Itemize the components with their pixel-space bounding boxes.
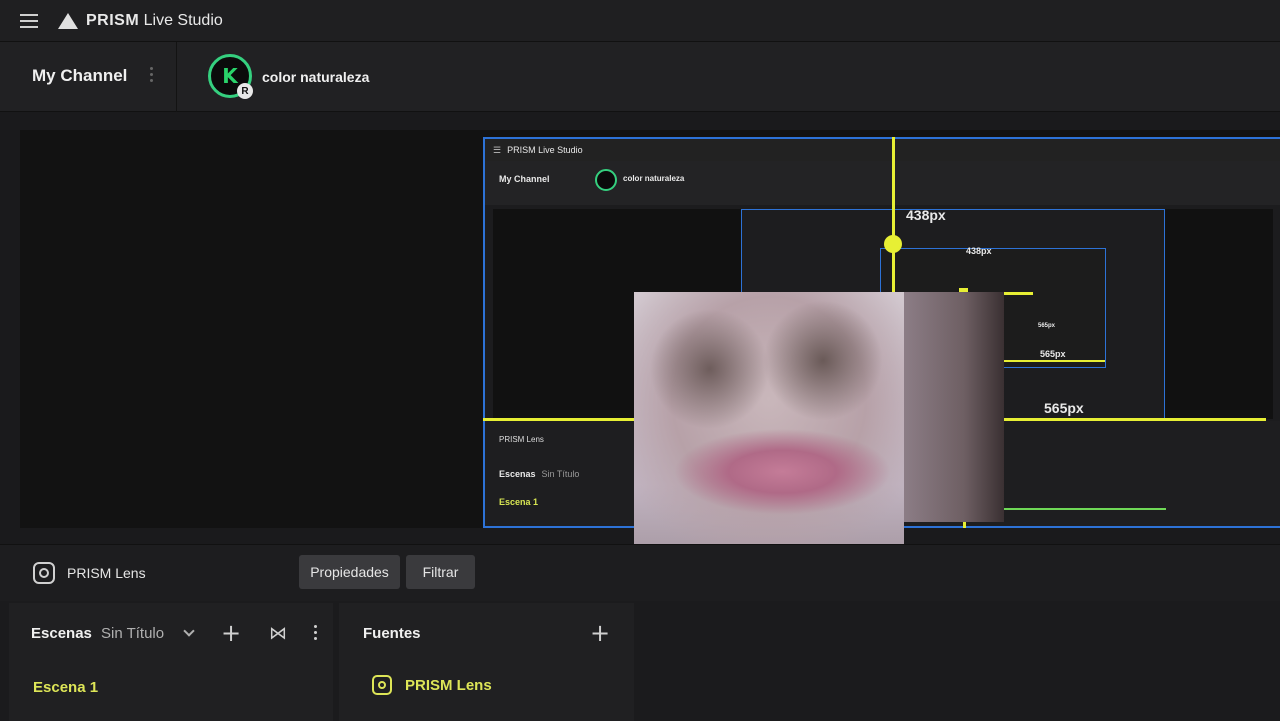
lens-label: PRISM Lens [67, 565, 146, 581]
nested-scene-1: Escena 1 [499, 497, 539, 507]
transition-icon[interactable]: ⋈ [269, 623, 287, 644]
lens-toolbar: PRISM Lens Propiedades Filtrar [0, 545, 1280, 601]
nested-channel-title: My Channel [499, 174, 550, 184]
channel-avatar[interactable]: K R [208, 54, 253, 99]
channel-name[interactable]: color naturaleza [262, 69, 369, 85]
scenes-kebab-icon[interactable] [314, 625, 317, 640]
dimension-label-width: 565px [1044, 400, 1084, 416]
dimension-label-height-small: 438px [966, 246, 992, 256]
nested-channel-name: color naturaleza [623, 174, 685, 183]
properties-button[interactable]: Propiedades [299, 555, 400, 589]
scene-collection-select[interactable]: Sin Título [101, 625, 164, 642]
sources-title: Fuentes [363, 625, 421, 642]
guide-line-vertical[interactable] [892, 137, 895, 297]
app-name-rest: Live Studio [139, 11, 223, 29]
nested-avatar [595, 169, 617, 191]
nested-title-bar: ☰ PRISM Live Studio [485, 139, 1280, 161]
my-channel-title: My Channel [32, 66, 128, 85]
kebab-icon[interactable] [150, 67, 153, 82]
chevron-down-icon[interactable] [183, 625, 195, 637]
app-name-bold: PRISM [86, 11, 140, 29]
rotate-handle[interactable] [884, 235, 902, 253]
lens-icon [372, 675, 392, 695]
avatar-badge: R [237, 83, 253, 99]
bottom-dock: PRISM Lens Propiedades Filtrar Escenas S… [0, 544, 1280, 721]
guide-line-horizontal-3 [997, 360, 1105, 362]
dimension-label-width-small: 565px [1040, 349, 1066, 359]
lens-icon [33, 562, 55, 584]
sources-panel: Fuentes + PRISM Lens [339, 603, 634, 721]
filter-button[interactable]: Filtrar [406, 555, 475, 589]
divider [176, 42, 177, 112]
nested-lens-label: PRISM Lens [499, 435, 544, 444]
scenes-title: Escenas [31, 625, 92, 642]
add-source-plus-icon[interactable]: + [590, 621, 610, 645]
title-bar: PRISM Live Studio [0, 0, 1280, 42]
source-item[interactable]: PRISM Lens [405, 677, 492, 694]
nested-app-name: PRISM Live Studio [507, 145, 583, 155]
nested-channel-bar: My Channel color naturaleza [485, 161, 1280, 205]
scenes-panel: Escenas Sin Título + ⋈ Escena 1 [9, 603, 333, 721]
hamburger-icon[interactable] [20, 13, 38, 28]
app-logo: PRISM Live Studio [58, 12, 223, 30]
prism-logo-icon [58, 12, 78, 29]
channel-bar: My Channel K R color naturaleza [0, 42, 1280, 112]
dimension-label-width-tiny: 565px [1038, 323, 1056, 329]
scene-item[interactable]: Escena 1 [33, 679, 98, 696]
dimension-label-height: 438px [906, 207, 946, 223]
camera-feed-echo [904, 292, 1004, 522]
avatar-letter: K [222, 64, 238, 88]
nested-hamburger-icon: ☰ [493, 144, 502, 155]
nested-scenes-title: Escenas Sin Título [499, 469, 580, 479]
add-scene-plus-icon[interactable]: + [221, 621, 241, 645]
